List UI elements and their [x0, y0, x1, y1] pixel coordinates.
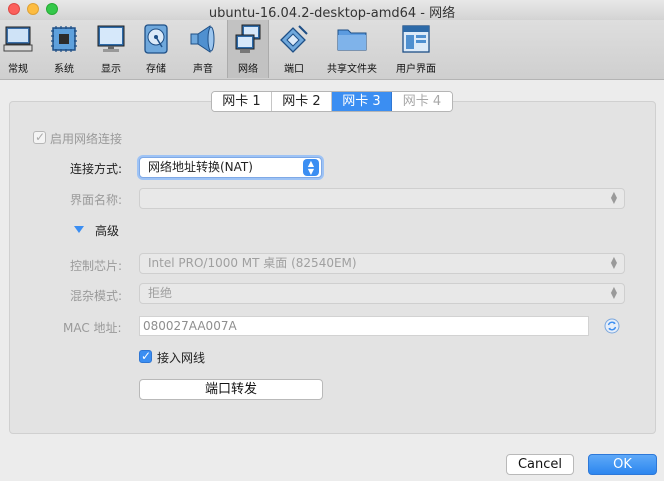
promiscuous-mode-select[interactable]: 拒绝 ▲ ▼ — [139, 283, 625, 304]
enable-adapter-checkbox[interactable]: ✓ — [33, 130, 46, 144]
tab-adapter-4[interactable]: 网卡 4 — [392, 92, 452, 111]
disclosure-triangle-icon[interactable] — [74, 226, 84, 233]
refresh-mac-icon[interactable] — [604, 318, 620, 334]
updown-arrow-icon: ▲ ▼ — [303, 159, 319, 176]
interface-name-select[interactable]: ▲ ▼ — [139, 188, 625, 209]
settings-window: ubuntu-16.04.2-desktop-amd64 - 网络 常规 系统 — [0, 0, 664, 481]
tab-adapter-3[interactable]: 网卡 3 — [332, 92, 392, 111]
tab-adapter-2[interactable]: 网卡 2 — [272, 92, 332, 111]
toolbar-item-ports[interactable]: 端口 — [275, 20, 313, 78]
title-bar: ubuntu-16.04.2-desktop-amd64 - 网络 — [0, 0, 664, 21]
port-forwarding-button[interactable]: 端口转发 — [139, 379, 323, 400]
disk-icon — [144, 24, 168, 54]
monitor-icon — [97, 25, 125, 52]
toolbar-item-system[interactable]: 系统 — [45, 20, 83, 78]
toolbar-item-shared-folders[interactable]: 共享文件夹 — [322, 20, 382, 78]
adapter-tabs: 网卡 1 网卡 2 网卡 3 网卡 4 — [211, 91, 453, 112]
advanced-toggle-label[interactable]: 高级 — [95, 222, 119, 239]
ui-icon — [402, 25, 430, 53]
promiscuous-mode-value: 拒绝 — [148, 286, 173, 300]
adapter-type-select[interactable]: Intel PRO/1000 MT 桌面 (82540EM) ▲ ▼ — [139, 253, 625, 274]
enable-adapter-label: 启用网络连接 — [50, 132, 123, 146]
checkmark-icon: ✓ — [35, 130, 46, 144]
adapter-type-label: 控制芯片: — [70, 259, 123, 273]
network-icon — [235, 24, 261, 53]
promiscuous-mode-label: 混杂模式: — [70, 289, 123, 303]
toolbar-item-network[interactable]: 网络 — [227, 20, 269, 78]
general-icon — [3, 26, 33, 52]
chip-icon — [51, 26, 77, 52]
updown-arrow-icon: ▲ ▼ — [610, 285, 618, 300]
checkmark-icon: ✓ — [141, 349, 152, 363]
attach-select-value: 网络地址转换(NAT) — [148, 160, 253, 174]
toolbar-item-general[interactable]: 常规 — [0, 20, 36, 78]
toolbar-item-user-interface[interactable]: 用户界面 — [391, 20, 441, 78]
port-icon — [280, 25, 308, 53]
adapter-type-value: Intel PRO/1000 MT 桌面 (82540EM) — [148, 256, 357, 270]
interface-name-label: 界面名称: — [70, 193, 123, 207]
toolbar-item-storage[interactable]: 存储 — [137, 20, 175, 78]
updown-arrow-icon: ▲ ▼ — [610, 255, 618, 270]
cancel-button[interactable]: Cancel — [506, 454, 574, 475]
toolbar-item-audio[interactable]: 声音 — [184, 20, 222, 78]
cable-connected-label: 接入网线 — [157, 351, 206, 365]
folder-icon — [337, 29, 367, 51]
attach-label: 连接方式: — [70, 162, 123, 176]
attach-select[interactable]: 网络地址转换(NAT) ▲ ▼ — [139, 157, 322, 178]
toolbar-item-display[interactable]: 显示 — [92, 20, 130, 78]
cable-connected-checkbox[interactable]: ✓ — [139, 349, 152, 363]
ok-button[interactable]: OK — [588, 454, 657, 475]
speaker-icon — [190, 25, 215, 53]
mac-address-label: MAC 地址: — [63, 321, 122, 335]
updown-arrow-icon: ▲ ▼ — [610, 190, 618, 205]
toolbar: 常规 系统 显示 存储 声音 网络 端口 共享文件夹 用户界面 — [0, 20, 664, 80]
tab-adapter-1[interactable]: 网卡 1 — [212, 92, 272, 111]
mac-address-field[interactable]: 080027AA007A — [139, 316, 589, 336]
window-title: ubuntu-16.04.2-desktop-amd64 - 网络 — [208, 6, 456, 21]
